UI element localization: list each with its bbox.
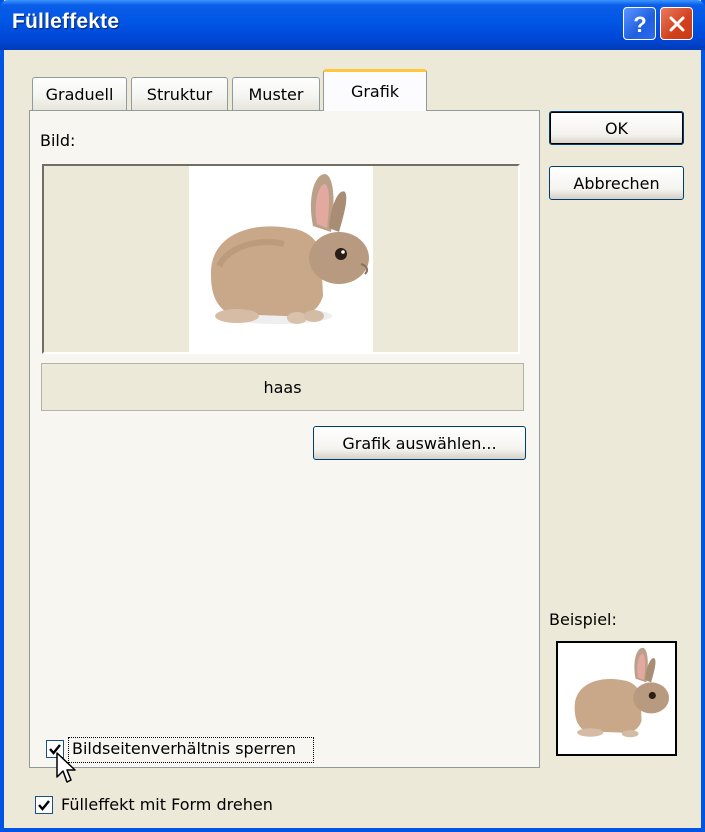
tab-grafik-label: Grafik xyxy=(350,82,400,101)
picture-name-field: haas xyxy=(41,363,524,411)
window-title: Fülleffekte xyxy=(12,10,120,33)
tab-panel-grafik: Bild: haas Grafik auswählen... Bildseite… xyxy=(29,110,540,783)
select-picture-label: Grafik auswählen... xyxy=(342,433,497,453)
ok-label: OK xyxy=(604,118,629,138)
close-icon xyxy=(669,16,684,31)
select-picture-button[interactable]: Grafik auswählen... xyxy=(313,426,526,460)
tab-muster-label: Muster xyxy=(248,85,304,104)
mouse-cursor-icon xyxy=(56,752,76,783)
help-icon: ? xyxy=(633,12,646,36)
rotate-with-shape-checkbox[interactable] xyxy=(35,796,53,814)
tab-graduell-label: Graduell xyxy=(45,85,114,104)
tab-graduell[interactable]: Graduell xyxy=(32,77,127,111)
sample-rabbit-image xyxy=(574,647,670,738)
tab-struktur[interactable]: Struktur xyxy=(131,77,228,111)
tab-grafik[interactable]: Grafik xyxy=(323,69,427,111)
picture-preview-canvas xyxy=(189,166,373,352)
close-button[interactable] xyxy=(660,7,693,40)
cancel-button[interactable]: Abbrechen xyxy=(549,166,684,200)
cancel-label: Abbrechen xyxy=(573,173,660,193)
title-bar[interactable]: Fülleffekte ? xyxy=(0,0,705,50)
checkmark-icon xyxy=(38,800,50,811)
picture-preview xyxy=(42,164,520,354)
sample-label: Beispiel: xyxy=(549,610,617,629)
tab-struktur-label: Struktur xyxy=(146,85,213,104)
help-button[interactable]: ? xyxy=(623,7,656,40)
rotate-with-shape-label[interactable]: Fülleffekt mit Form drehen xyxy=(61,795,273,814)
picture-label: Bild: xyxy=(40,131,76,150)
ok-button[interactable]: OK xyxy=(549,111,684,145)
svg-text:?: ? xyxy=(633,12,646,36)
picture-name: haas xyxy=(263,377,302,397)
tab-muster[interactable]: Muster xyxy=(232,77,320,111)
sample-preview xyxy=(556,641,677,756)
lock-aspect-label[interactable]: Bildseitenverhältnis sperren xyxy=(72,739,296,758)
rabbit-image xyxy=(210,174,369,324)
